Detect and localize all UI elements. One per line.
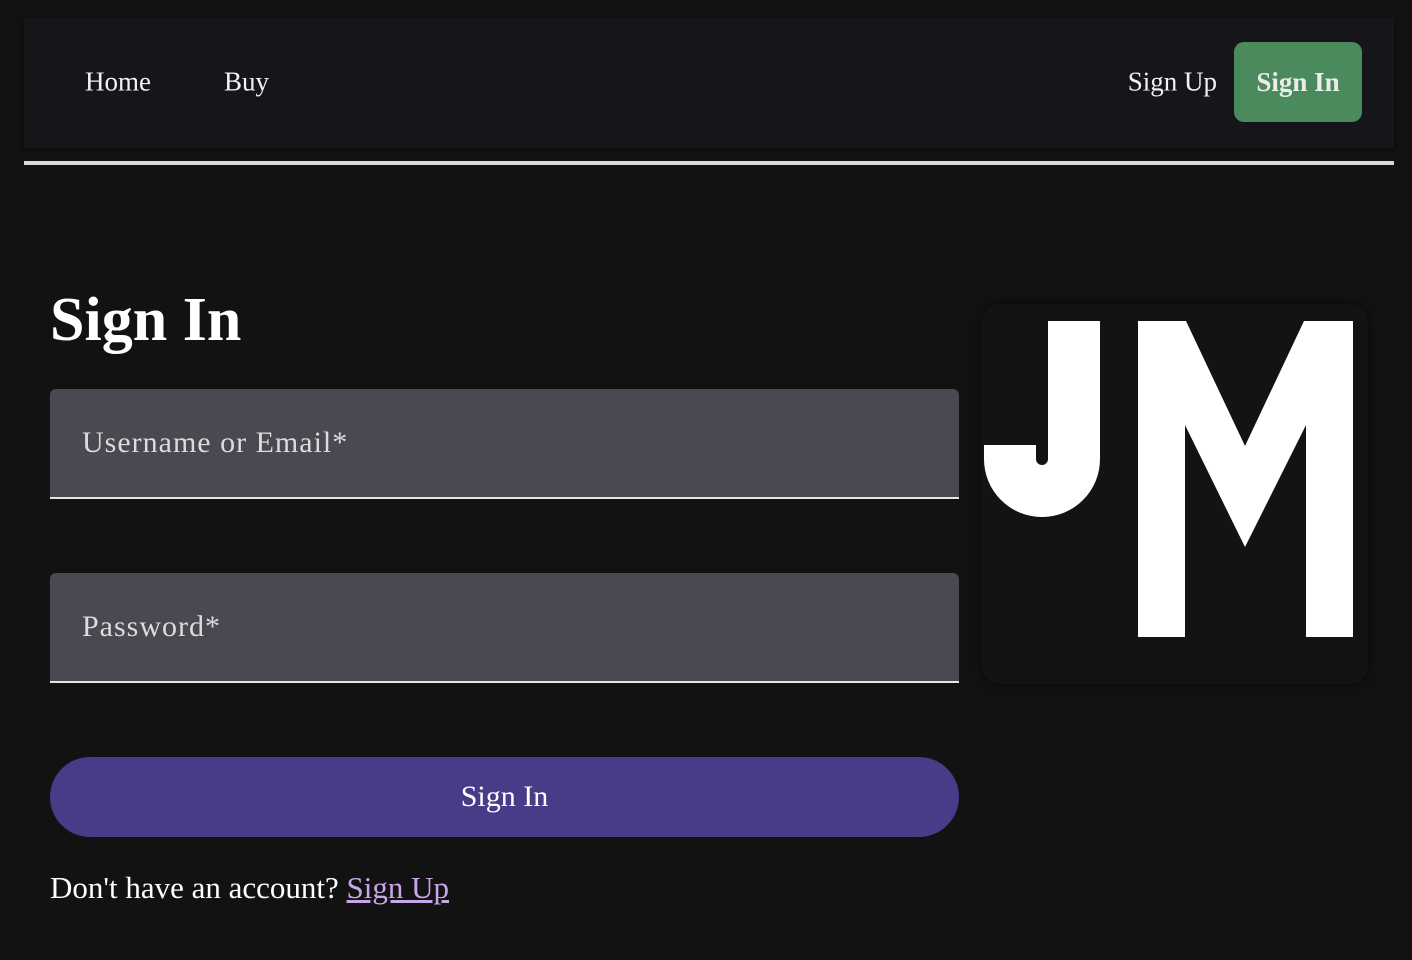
navbar-divider (24, 161, 1394, 165)
signup-link[interactable]: Sign Up (347, 870, 450, 905)
jm-logo-icon (982, 304, 1368, 684)
password-input[interactable] (50, 573, 959, 681)
signup-prompt: Don't have an account? Sign Up (50, 868, 449, 908)
nav-buy-link[interactable]: Buy (224, 67, 269, 98)
signup-prompt-text: Don't have an account? (50, 870, 339, 905)
top-navbar: Home Buy Sign Up Sign In (24, 18, 1394, 148)
nav-signin-button[interactable]: Sign In (1234, 42, 1362, 122)
nav-signup-link[interactable]: Sign Up (1128, 67, 1217, 98)
jm-logo-graphic (984, 321, 1353, 637)
nav-home-link[interactable]: Home (85, 67, 151, 98)
page-title: Sign In (50, 286, 242, 354)
password-field (50, 573, 959, 683)
username-field (50, 389, 959, 499)
username-input[interactable] (50, 389, 959, 497)
signin-submit-button[interactable]: Sign In (50, 757, 959, 837)
